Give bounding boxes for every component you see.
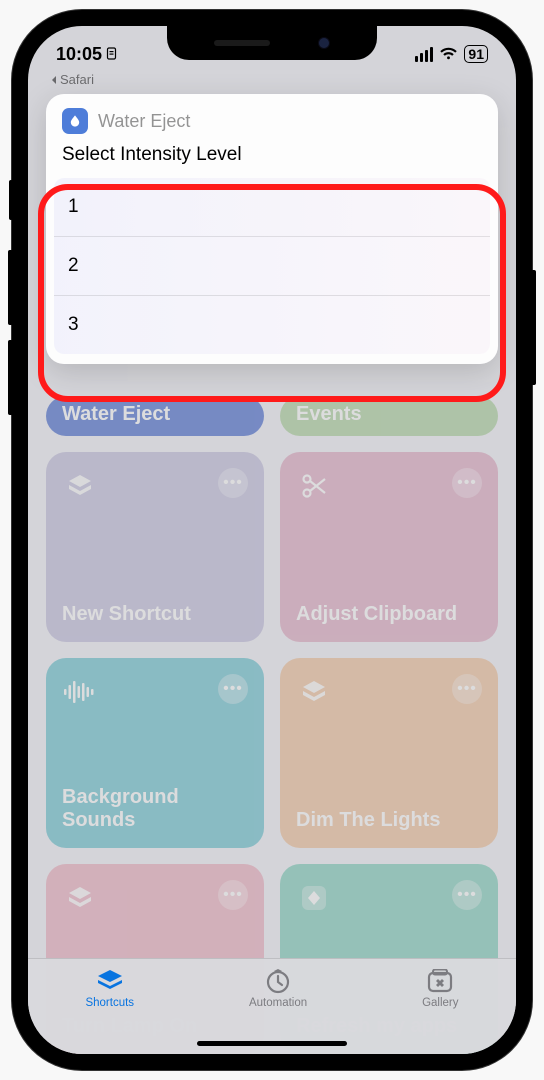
shortcut-prompt-card: Water Eject Select Intensity Level 1 2 3 <box>46 94 498 364</box>
phone-screen: 10:05 91 Safari Water Eject Eve <box>28 26 516 1054</box>
intensity-option-2[interactable]: 2 <box>54 236 490 295</box>
phone-frame: 10:05 91 Safari Water Eject Eve <box>12 10 532 1070</box>
cellular-signal-icon <box>415 47 434 62</box>
phone-notch <box>167 26 377 60</box>
prompt-subtitle: Select Intensity Level <box>46 140 498 178</box>
speaker-grille <box>214 40 270 46</box>
intensity-option-1[interactable]: 1 <box>54 178 490 236</box>
intensity-option-3[interactable]: 3 <box>54 295 490 354</box>
front-camera <box>318 37 330 49</box>
battery-level: 91 <box>464 45 488 63</box>
mute-switch[interactable] <box>9 180 13 220</box>
water-drop-icon <box>62 108 88 134</box>
location-indicator-icon <box>106 47 117 61</box>
home-indicator[interactable] <box>197 1041 347 1046</box>
status-time: 10:05 <box>56 44 102 65</box>
back-to-app-label: Safari <box>60 72 94 87</box>
volume-down-button[interactable] <box>8 340 13 415</box>
wifi-icon <box>439 47 458 61</box>
volume-up-button[interactable] <box>8 250 13 325</box>
prompt-shortcut-name: Water Eject <box>98 111 190 132</box>
back-to-app-button[interactable]: Safari <box>50 72 94 87</box>
power-button[interactable] <box>531 270 536 385</box>
intensity-options-list: 1 2 3 <box>54 178 490 354</box>
